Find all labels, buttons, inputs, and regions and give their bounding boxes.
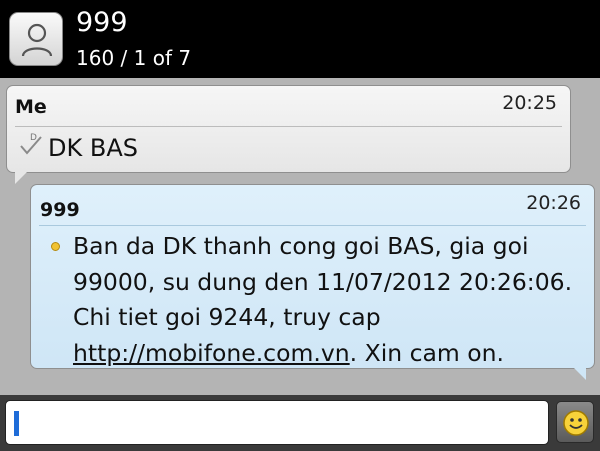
person-icon [21, 23, 53, 57]
message-sender: 999 [40, 199, 80, 221]
message-bubble-sent[interactable]: Me 20:25 D DK BAS [6, 85, 571, 184]
message-counter: 160 / 1 of 7 [76, 46, 192, 70]
message-text-part: . Xin cam on. [349, 338, 505, 367]
contact-avatar[interactable] [9, 12, 63, 66]
conversation-header: 999 160 / 1 of 7 [0, 0, 600, 78]
message-text: Ban da DK thanh cong goi BAS, gia goi 99… [73, 229, 588, 371]
message-text: DK BAS [48, 134, 138, 162]
compose-bar [0, 395, 600, 451]
message-time: 20:26 [526, 192, 581, 214]
contact-name: 999 [76, 7, 128, 38]
emoji-button[interactable] [556, 401, 594, 443]
message-link[interactable]: http://mobifone.com.vn [73, 339, 350, 367]
bubble-tail [574, 368, 586, 380]
message-time: 20:25 [502, 92, 557, 114]
smiley-icon [563, 410, 589, 436]
message-bubble-received[interactable]: 999 20:26 Ban da DK thanh cong goi BAS, … [30, 184, 595, 380]
message-input[interactable] [5, 400, 549, 445]
conversation-area[interactable]: Me 20:25 D DK BAS 999 20:26 Ban da DK th… [0, 78, 600, 395]
message-text-part: Ban da DK thanh cong goi BAS, gia goi 99… [73, 232, 573, 331]
text-caret [14, 411, 19, 436]
unread-bullet-icon [51, 242, 60, 251]
message-sender: Me [15, 96, 47, 118]
delivered-check-icon: D [20, 133, 42, 155]
bubble-divider [15, 126, 562, 127]
bubble-divider [39, 225, 586, 226]
